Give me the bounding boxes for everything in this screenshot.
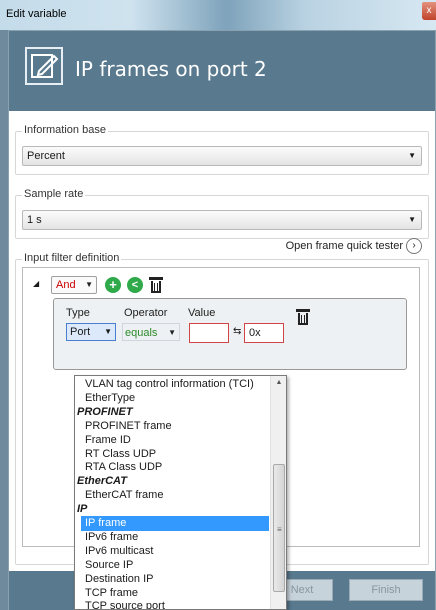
chevron-down-icon: ▼ [408, 151, 416, 160]
dropdown-option[interactable]: IP frame [81, 516, 269, 531]
condition-box: Type Operator Value Port ▼ equals ▼ ⇆ 0x [53, 298, 407, 370]
swap-icon[interactable]: ⇆ [233, 326, 241, 337]
dropdown-group-header: IP [77, 503, 88, 516]
dropdown-option[interactable]: TCP source port [75, 599, 269, 609]
dropdown-option[interactable]: Frame ID [75, 433, 269, 448]
scrollbar-thumb[interactable]: ≡ [273, 464, 285, 592]
window-title: Edit variable [6, 8, 67, 20]
open-tester-label: Open frame quick tester [285, 239, 403, 252]
information-base-value: Percent [27, 150, 65, 162]
dropdown-option[interactable]: PROFINET frame [75, 419, 269, 434]
chevron-down-icon: ▼ [104, 327, 112, 336]
delete-condition-icon[interactable] [296, 309, 310, 325]
value-input[interactable] [189, 323, 229, 343]
operator-label: Operator [124, 307, 168, 319]
window-titlebar: Edit variable x [0, 0, 436, 30]
information-base-select[interactable]: Percent ▼ [22, 146, 422, 166]
chevron-right-icon[interactable]: › [406, 238, 422, 254]
dialog-title: IP frames on port 2 [75, 57, 267, 81]
type-value: Port [70, 326, 91, 338]
dropdown-option[interactable]: RTA Class UDP [75, 460, 269, 475]
operator-select[interactable]: equals ▼ [122, 323, 180, 341]
dropdown-option[interactable]: IPv6 multicast [75, 544, 269, 559]
dropdown-option[interactable]: TCP frame [75, 586, 269, 601]
dropdown-option[interactable]: EtherCAT frame [75, 488, 269, 503]
dropdown-option[interactable]: RT Class UDP [75, 447, 269, 462]
sample-rate-select[interactable]: 1 s ▼ [22, 210, 422, 230]
input-filter-label: Input filter definition [22, 252, 122, 264]
dropdown-scrollbar[interactable]: ▲ ≡ [270, 376, 286, 609]
type-label: Type [66, 307, 90, 319]
chevron-down-icon: ▼ [168, 328, 176, 337]
dropdown-option[interactable]: Source IP [75, 558, 269, 573]
edit-document-icon [25, 47, 63, 85]
collapse-triangle-icon[interactable]: ◢ [33, 279, 39, 288]
dropdown-group-header: PROFINET [77, 405, 133, 418]
dropdown-option[interactable]: Destination IP [75, 572, 269, 587]
value-label: Value [188, 307, 216, 319]
dropdown-option[interactable]: IPv6 frame [75, 530, 269, 545]
delete-icon[interactable] [149, 277, 163, 293]
logic-operator-value: And [56, 279, 76, 291]
close-icon[interactable]: x [422, 2, 436, 20]
logic-operator-select[interactable]: And ▼ [51, 276, 97, 294]
finish-button[interactable]: Finish [349, 579, 423, 601]
scroll-up-icon[interactable]: ▲ [271, 376, 286, 390]
information-base-group: Information base Percent ▼ [15, 124, 429, 175]
dropdown-option[interactable]: VLAN tag control information (TCI) [75, 377, 269, 392]
sample-rate-label: Sample rate [22, 188, 86, 200]
dropdown-option[interactable]: EtherType [75, 391, 269, 406]
type-select[interactable]: Port ▼ [66, 323, 116, 341]
information-base-label: Information base [22, 124, 108, 136]
sample-rate-value: 1 s [27, 214, 42, 226]
add-condition-icon[interactable]: + [105, 277, 121, 293]
grip-icon: ≡ [277, 525, 282, 534]
chevron-down-icon: ▼ [408, 215, 416, 224]
dropdown-group-header: EtherCAT [77, 475, 127, 488]
sample-rate-group: Sample rate 1 s ▼ [15, 188, 429, 239]
operator-value: equals [125, 327, 158, 339]
type-dropdown-list[interactable]: VLAN tag control information (TCI) EtherT… [74, 375, 287, 610]
value-hex-input[interactable]: 0x [244, 323, 284, 343]
add-group-icon[interactable]: < [127, 277, 143, 293]
open-frame-quick-tester[interactable]: Open frame quick tester › [286, 238, 422, 254]
chevron-down-icon: ▼ [85, 280, 93, 289]
dialog-header: IP frames on port 2 [9, 31, 435, 111]
